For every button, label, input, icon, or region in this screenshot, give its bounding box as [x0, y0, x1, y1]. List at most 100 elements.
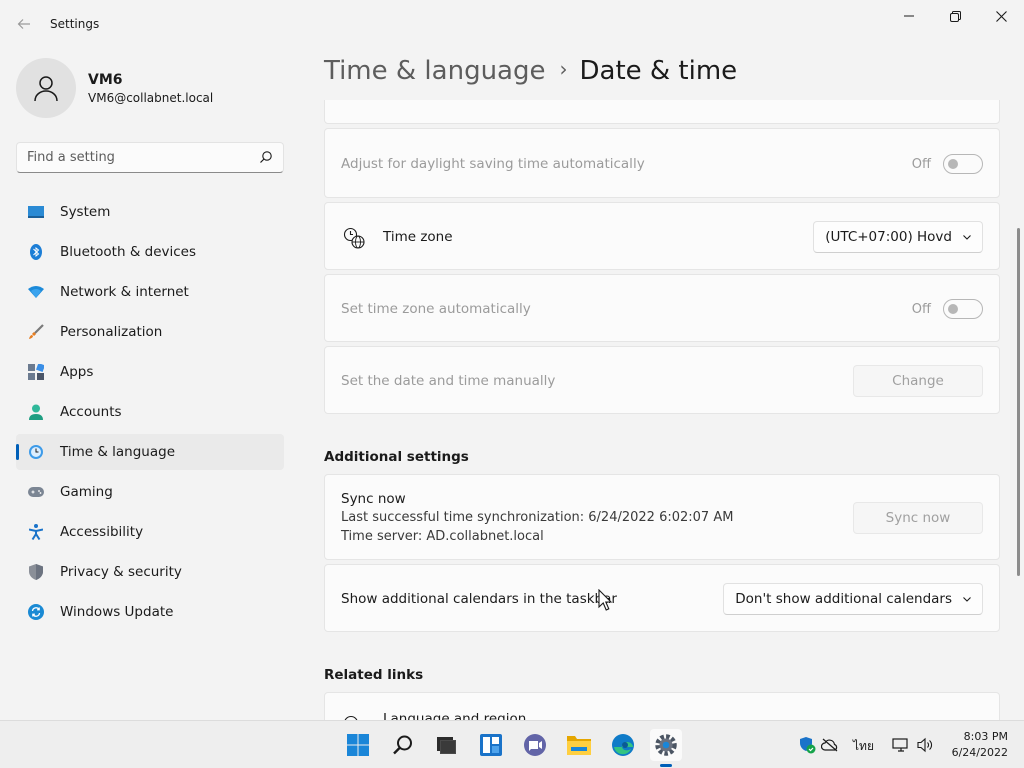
network-icon — [892, 738, 908, 752]
language-region-label: Language and region — [383, 711, 527, 720]
chat-button[interactable] — [519, 729, 551, 761]
edge-button[interactable] — [607, 729, 639, 761]
accounts-icon — [28, 404, 44, 420]
back-arrow-icon — [17, 19, 30, 29]
minimize-button[interactable] — [886, 0, 932, 32]
time-zone-dropdown[interactable]: (UTC+07:00) Hovd — [813, 221, 983, 253]
task-view-button[interactable] — [430, 729, 462, 761]
sidebar-nav: System Bluetooth & devices Network & int… — [16, 194, 284, 634]
sidebar-item-label: Network & internet — [60, 284, 189, 300]
search-box[interactable] — [16, 142, 284, 173]
scrollbar[interactable] — [1017, 228, 1020, 576]
sidebar-item-label: Gaming — [60, 484, 113, 500]
daylight-saving-toggle[interactable] — [943, 154, 983, 174]
restore-icon — [949, 10, 961, 22]
restore-button[interactable] — [932, 0, 978, 32]
manual-date-time-label: Set the date and time manually — [341, 373, 556, 389]
taskbar-search-button[interactable] — [387, 729, 419, 761]
time-zone-icon — [343, 227, 365, 249]
clock-date[interactable]: 6/24/2022 — [944, 746, 1008, 759]
minimize-icon — [904, 15, 914, 17]
additional-calendars-value: Don't show additional calendars — [735, 591, 952, 607]
file-explorer-button[interactable] — [563, 729, 595, 761]
daylight-saving-card: Adjust for daylight saving time automati… — [324, 128, 1000, 198]
daylight-saving-state: Off — [911, 157, 931, 172]
sidebar-item-privacy[interactable]: Privacy & security — [16, 554, 284, 590]
sync-now-button[interactable]: Sync now — [853, 502, 983, 534]
search-input[interactable] — [17, 143, 253, 172]
additional-calendars-label: Show additional calendars in the taskbar — [341, 591, 617, 607]
sidebar-item-system[interactable]: System — [16, 194, 284, 230]
shield-icon — [28, 564, 44, 580]
mouse-cursor-icon — [598, 589, 612, 611]
file-explorer-icon — [567, 736, 591, 755]
sidebar-item-accounts[interactable]: Accounts — [16, 394, 284, 430]
breadcrumb-parent[interactable]: Time & language — [324, 56, 545, 86]
manual-date-time-card: Set the date and time manually Change — [324, 346, 1000, 414]
app-title: Settings — [50, 17, 100, 31]
user-email: VM6@collabnet.local — [88, 91, 214, 105]
change-button[interactable]: Change — [853, 365, 983, 397]
time-zone-auto-card: Set time zone automatically Off — [324, 274, 1000, 342]
additional-calendars-dropdown[interactable]: Don't show additional calendars — [723, 583, 983, 615]
security-shield-icon — [800, 737, 816, 754]
page-title: Date & time — [579, 56, 738, 86]
chevron-down-icon — [963, 597, 971, 602]
sidebar-item-label: Accounts — [60, 404, 122, 420]
input-language-indicator[interactable]: ไทย — [853, 737, 874, 756]
additional-settings-heading: Additional settings — [324, 449, 469, 465]
bluetooth-icon — [28, 244, 44, 260]
close-button[interactable] — [978, 0, 1024, 32]
time-zone-card: Time zone (UTC+07:00) Hovd — [324, 202, 1000, 270]
sidebar-item-bluetooth[interactable]: Bluetooth & devices — [16, 234, 284, 270]
widgets-button[interactable] — [475, 729, 507, 761]
time-zone-auto-label: Set time zone automatically — [341, 301, 531, 317]
back-button[interactable] — [10, 10, 38, 38]
sidebar-item-time-language[interactable]: Time & language — [16, 434, 284, 470]
search-icon[interactable] — [259, 150, 273, 164]
settings-card-partial — [324, 100, 1000, 124]
time-zone-auto-toggle[interactable] — [943, 299, 983, 319]
time-zone-label: Time zone — [383, 229, 453, 245]
windows-security-tray[interactable] — [798, 736, 816, 754]
sidebar-item-network[interactable]: Network & internet — [16, 274, 284, 310]
sidebar-item-label: Time & language — [60, 444, 176, 460]
network-tray[interactable] — [892, 736, 910, 754]
sidebar-item-label: Accessibility — [60, 524, 144, 540]
start-button[interactable] — [342, 729, 374, 761]
breadcrumb-separator: › — [559, 57, 568, 81]
gamepad-icon — [28, 484, 44, 500]
chevron-down-icon — [963, 235, 971, 240]
sidebar-item-label: Apps — [60, 364, 94, 380]
system-icon — [28, 204, 44, 220]
sidebar-item-label: Windows Update — [60, 604, 174, 620]
start-icon — [347, 734, 369, 756]
breadcrumb: Time & language › Date & time — [324, 56, 737, 96]
active-app-indicator — [660, 764, 672, 767]
brush-icon — [28, 324, 44, 340]
taskbar: ไทย 8:03 PM 6/24/2022 — [0, 720, 1024, 768]
sidebar-item-windows-update[interactable]: Windows Update — [16, 594, 284, 630]
volume-tray[interactable] — [916, 736, 934, 754]
search-icon — [393, 735, 412, 755]
person-icon — [34, 76, 58, 102]
clock-time[interactable]: 8:03 PM — [958, 730, 1008, 743]
apps-icon — [28, 364, 44, 380]
settings-icon — [655, 734, 677, 756]
sidebar-item-label: System — [60, 204, 111, 220]
volume-icon — [917, 737, 932, 753]
wifi-icon — [28, 284, 44, 300]
time-server-text: Time server: AD.collabnet.local — [341, 529, 544, 544]
close-icon — [995, 10, 1007, 22]
sidebar-item-gaming[interactable]: Gaming — [16, 474, 284, 510]
clock-globe-icon — [28, 444, 44, 460]
sidebar-item-accessibility[interactable]: Accessibility — [16, 514, 284, 550]
title-bar: Settings — [0, 0, 1024, 48]
language-region-card[interactable]: Language and region — [324, 692, 1000, 720]
sidebar-item-personalization[interactable]: Personalization — [16, 314, 284, 350]
user-name: VM6 — [88, 72, 123, 88]
update-icon — [28, 604, 44, 620]
onedrive-tray[interactable] — [821, 736, 839, 754]
settings-taskbar-button[interactable] — [650, 729, 682, 761]
sidebar-item-apps[interactable]: Apps — [16, 354, 284, 390]
